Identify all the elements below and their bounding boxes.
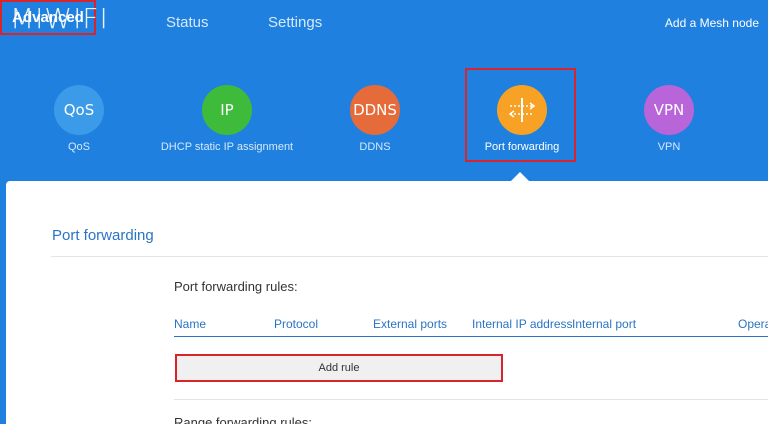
column-header-external-ports: External ports [373,317,448,331]
column-header-internal-port: Internal port [572,317,637,331]
nav-status[interactable]: Status [166,14,209,31]
column-header-internal-ip: Internal IP address [472,317,573,331]
column-header-operation: Opera [738,317,768,331]
ip-icon: IP [202,85,252,135]
feature-ddns-label: DDNS [359,141,391,153]
feature-dhcp-static-ip-label: DHCP static IP assignment [160,141,294,153]
nav-settings[interactable]: Settings [268,14,322,31]
selected-pointer [511,172,529,181]
column-header-name: Name [174,317,207,331]
miwifi-logo: MIWIFI [10,2,109,35]
section-divider [174,399,768,400]
feature-vpn-label: VPN [657,141,681,153]
add-mesh-node-link[interactable]: Add a Mesh node [665,16,759,30]
title-divider [51,256,768,257]
port-forwarding-rules-label: Port forwarding rules: [174,279,298,294]
port-forwarding-highlight [465,68,576,162]
add-rule-button[interactable]: Add rule [175,354,503,382]
vpn-icon: VPN [644,85,694,135]
feature-qos-label: QoS [67,141,90,153]
column-header-protocol: Protocol [274,317,319,331]
qos-icon: QoS [54,85,104,135]
feature-vpn[interactable]: VPN VPN [599,85,739,153]
page-title: Port forwarding [52,227,154,244]
feature-qos[interactable]: QoS QoS [9,85,149,153]
feature-dhcp-static-ip[interactable]: IP DHCP static IP assignment [157,85,297,153]
content-panel: Port forwarding Port forwarding rules: N… [6,181,768,424]
range-forwarding-rules-label: Range forwarding rules: [174,415,313,424]
ddns-icon: DDNS [350,85,400,135]
table-header-line [174,336,768,337]
feature-ddns[interactable]: DDNS DDNS [305,85,445,153]
